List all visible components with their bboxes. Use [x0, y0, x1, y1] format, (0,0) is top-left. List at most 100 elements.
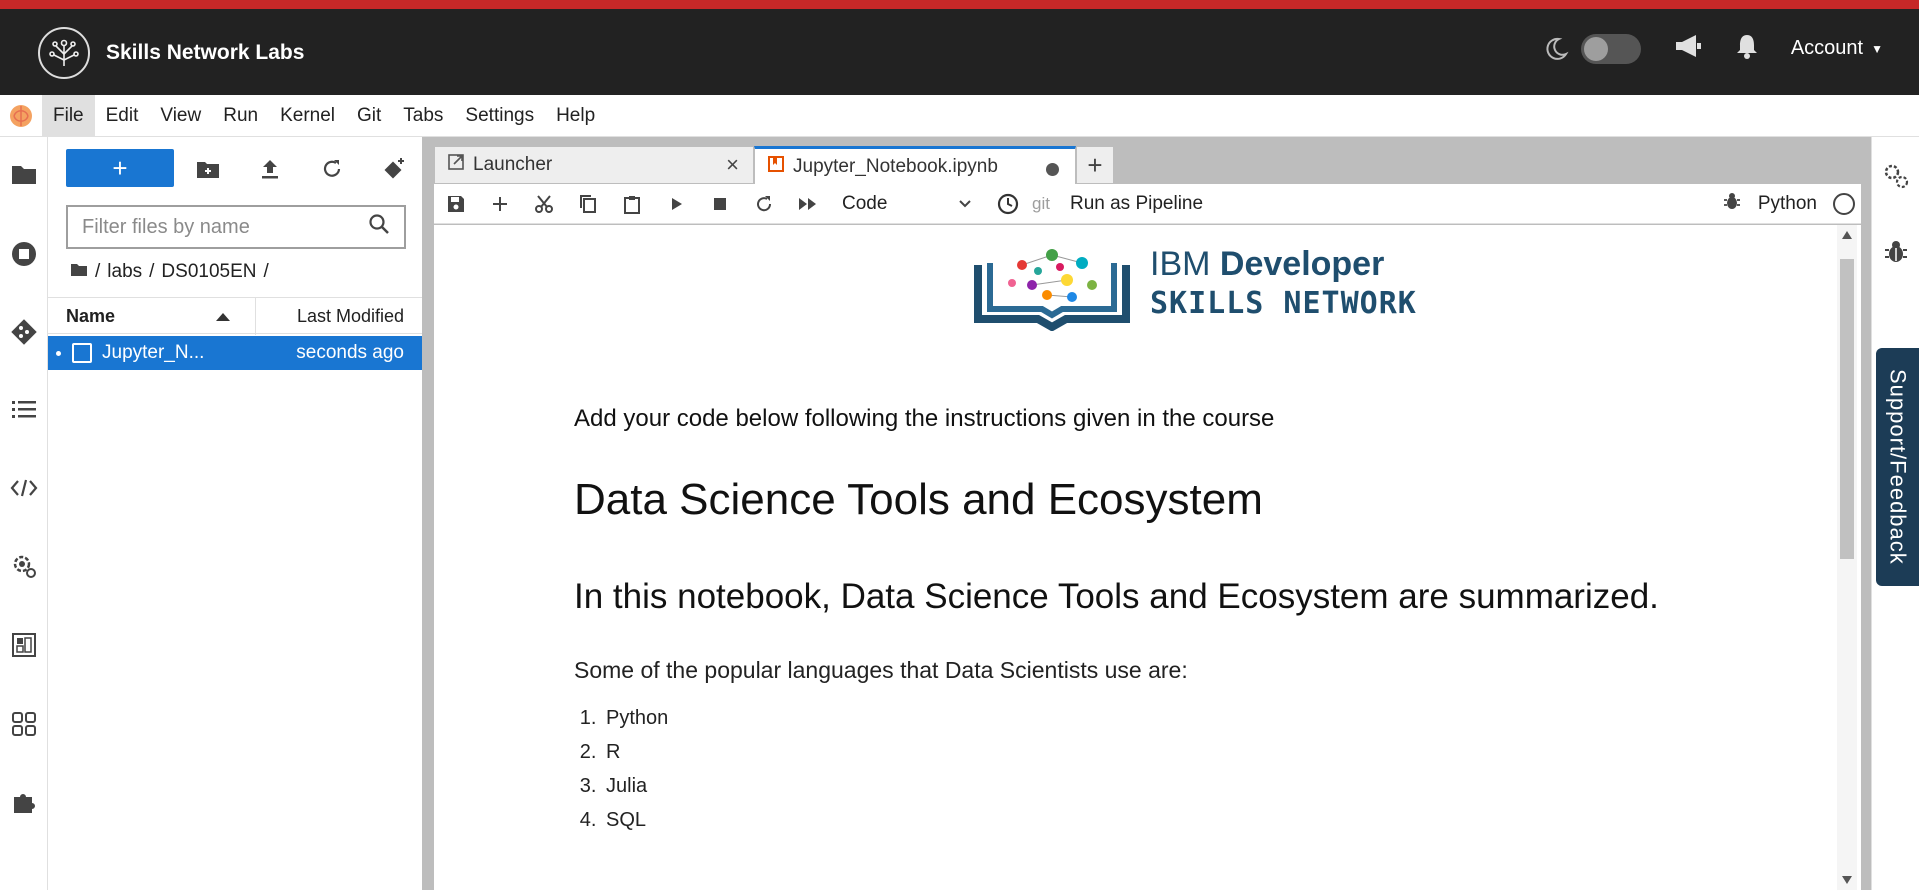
list-item: Julia: [602, 775, 668, 809]
tab-launcher[interactable]: Launcher ×: [434, 146, 754, 184]
tree-logo-icon: [38, 27, 90, 79]
component-catalog-icon[interactable]: [9, 630, 39, 660]
logo-developer-text: Developer: [1219, 245, 1385, 283]
stop-kernel-icon[interactable]: [698, 184, 742, 224]
refresh-icon[interactable]: [318, 155, 346, 183]
main-dock-area: Launcher × Jupyter_Notebook.ipynb + Code…: [424, 137, 1871, 890]
launcher-icon: [447, 153, 465, 177]
notebook-subtitle: In this notebook, Data Science Tools and…: [574, 577, 1659, 616]
scroll-thumb[interactable]: [1840, 259, 1854, 559]
account-menu[interactable]: Account ▼: [1791, 37, 1883, 60]
intro-paragraph: Add your code below following the instru…: [574, 405, 1275, 432]
notebook-toolbar: Code git Run as Pipeline Python: [434, 184, 1861, 224]
home-folder-icon[interactable]: [70, 261, 88, 283]
git-icon[interactable]: [9, 317, 39, 347]
book-network-icon: [974, 249, 1130, 331]
menu-kernel[interactable]: Kernel: [269, 95, 346, 137]
upload-icon[interactable]: [256, 155, 284, 183]
file-filter-field[interactable]: [66, 205, 406, 249]
menu-run[interactable]: Run: [212, 95, 269, 137]
save-icon[interactable]: [434, 184, 478, 224]
top-header: Skills Network Labs Account ▼: [0, 0, 1919, 95]
history-clock-icon[interactable]: [986, 184, 1030, 224]
file-row[interactable]: Jupyter_N... seconds ago: [48, 336, 422, 370]
unsaved-indicator[interactable]: [1046, 163, 1059, 176]
logo-ibm-text: IBM: [1150, 245, 1220, 283]
scroll-down-arrow-icon[interactable]: [1842, 876, 1852, 884]
vertical-scrollbar[interactable]: [1837, 225, 1857, 890]
kernel-name[interactable]: Python: [1758, 193, 1817, 215]
code-snippets-icon[interactable]: [9, 473, 39, 503]
tab-notebook[interactable]: Jupyter_Notebook.ipynb: [754, 146, 1076, 184]
menu-settings[interactable]: Settings: [454, 95, 545, 137]
run-as-pipeline-button[interactable]: Run as Pipeline: [1070, 193, 1203, 215]
new-folder-icon[interactable]: [194, 155, 222, 183]
run-all-icon[interactable]: [786, 184, 830, 224]
menu-help[interactable]: Help: [545, 95, 606, 137]
debugger-bug-icon[interactable]: [1722, 191, 1742, 217]
notebook-title: Data Science Tools and Ecosystem: [574, 475, 1263, 524]
runtimes-gear-icon[interactable]: [9, 551, 39, 581]
support-feedback-tab[interactable]: Support/Feedback: [1876, 348, 1919, 586]
list-item: SQL: [602, 809, 668, 843]
list-item: R: [602, 741, 668, 775]
languages-intro: Some of the popular languages that Data …: [574, 657, 1188, 683]
file-modified: seconds ago: [296, 342, 404, 363]
running-stop-icon[interactable]: [9, 239, 39, 269]
breadcrumb-separator: /: [95, 261, 101, 282]
megaphone-icon[interactable]: [1673, 33, 1703, 64]
menu-edit[interactable]: Edit: [95, 95, 150, 137]
cell-type-select[interactable]: Code: [842, 193, 972, 215]
breadcrumb: / labs / DS0105EN /: [70, 261, 269, 283]
breadcrumb-separator: /: [149, 261, 155, 282]
run-cell-icon[interactable]: [654, 184, 698, 224]
caret-down-icon: ▼: [1871, 41, 1883, 56]
theme-toggle[interactable]: [1580, 33, 1641, 64]
file-browser: + / labs / DS0105EN / Name Last Modified…: [48, 137, 424, 890]
scroll-up-arrow-icon[interactable]: [1842, 231, 1852, 239]
jupyter-brain-logo-icon: [0, 95, 42, 137]
insert-cell-icon[interactable]: [478, 184, 522, 224]
moon-icon: [1543, 36, 1569, 62]
column-name-header[interactable]: Name: [66, 306, 115, 327]
logo-skills-network-text: SKILLS NETWORK: [1150, 286, 1417, 321]
folder-icon[interactable]: [9, 159, 39, 189]
sort-ascending-icon: [216, 313, 230, 321]
restart-kernel-icon[interactable]: [742, 184, 786, 224]
menu-file[interactable]: File: [42, 94, 95, 137]
file-filter-input[interactable]: [82, 215, 368, 239]
menu-view[interactable]: View: [149, 95, 212, 137]
new-launcher-button[interactable]: +: [66, 149, 174, 187]
add-tab-button[interactable]: +: [1076, 146, 1114, 184]
ibm-skills-network-logo: IBM Developer SKILLS NETWORK: [972, 235, 1417, 331]
paste-icon[interactable]: [610, 184, 654, 224]
column-divider: [255, 298, 256, 335]
column-modified-header[interactable]: Last Modified: [297, 306, 404, 327]
git-clone-icon[interactable]: [380, 155, 408, 183]
file-list-header: Name Last Modified: [48, 297, 422, 335]
breadcrumb-item[interactable]: DS0105EN: [161, 261, 256, 283]
tab-bar: Launcher × Jupyter_Notebook.ipynb +: [434, 146, 1114, 184]
languages-list: Python R Julia SQL: [602, 707, 668, 843]
bell-icon[interactable]: [1735, 33, 1759, 64]
cut-icon[interactable]: [522, 184, 566, 224]
list-item: Python: [602, 707, 668, 741]
extensions-blocks-icon[interactable]: [9, 709, 39, 739]
notebook-content[interactable]: IBM Developer SKILLS NETWORK Add your co…: [434, 225, 1861, 890]
tab-label: Jupyter_Notebook.ipynb: [793, 155, 998, 177]
notebook-tab-icon: [767, 155, 785, 179]
brand[interactable]: Skills Network Labs: [38, 27, 304, 79]
account-label: Account: [1790, 37, 1864, 59]
debugger-bug-icon[interactable]: [1881, 237, 1911, 267]
menu-tabs[interactable]: Tabs: [392, 95, 454, 137]
table-of-contents-icon[interactable]: [9, 395, 39, 425]
close-icon[interactable]: ×: [726, 152, 739, 178]
left-activity-bar: [0, 137, 48, 890]
property-inspector-gears-icon[interactable]: [1881, 161, 1911, 191]
puzzle-piece-icon[interactable]: [9, 787, 39, 817]
breadcrumb-item[interactable]: labs: [107, 261, 142, 283]
git-diff-button[interactable]: git: [1032, 194, 1050, 214]
chevron-down-icon: [958, 193, 972, 215]
copy-icon[interactable]: [566, 184, 610, 224]
menu-git[interactable]: Git: [346, 95, 392, 137]
